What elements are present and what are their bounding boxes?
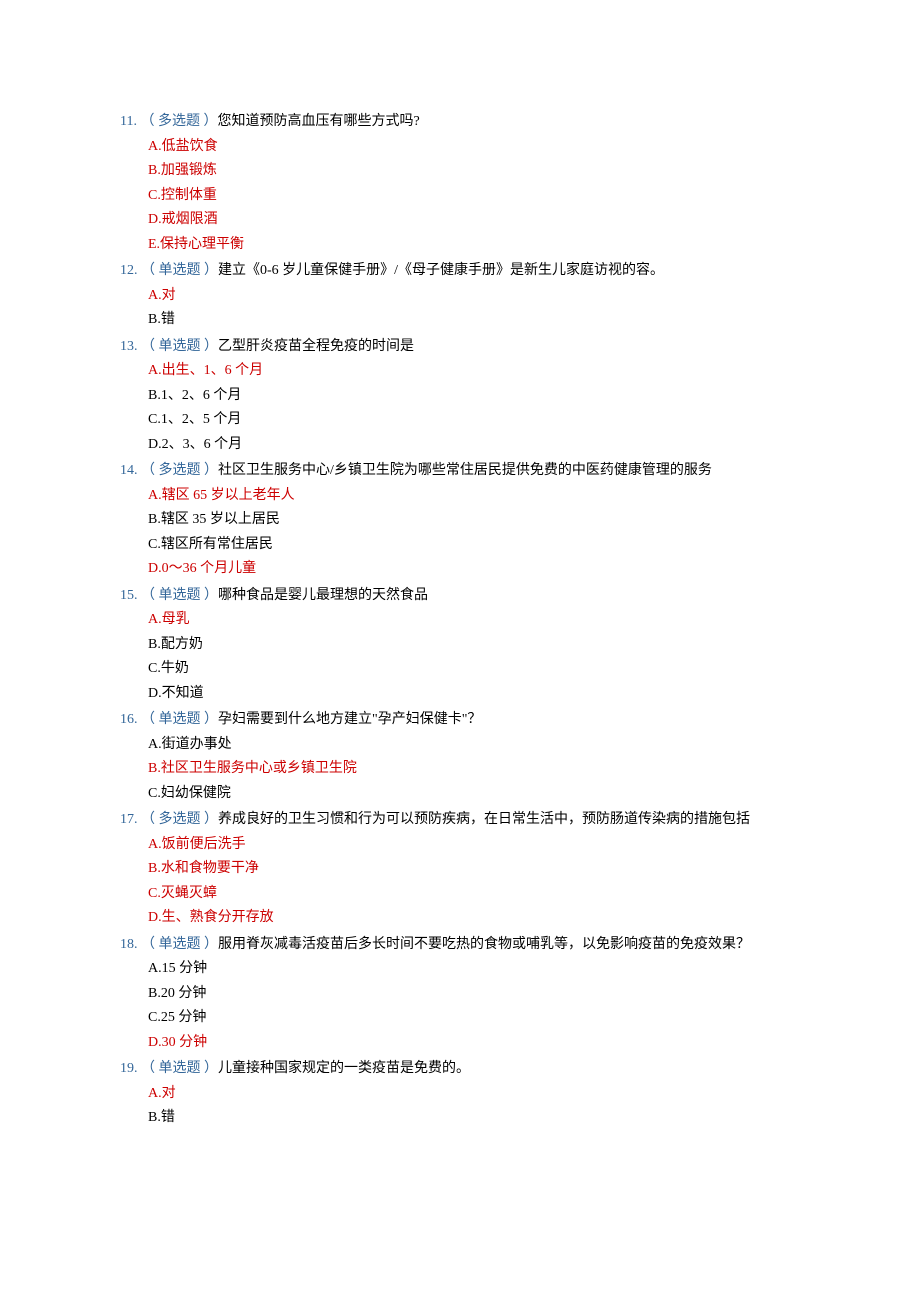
question-type: （ 单选题 ） (141, 339, 218, 354)
options-list: A.出生、1、6 个月B.1、2、6 个月C.1、2、5 个月D.2、3、6 个… (120, 359, 800, 457)
question-prompt: 13. （ 单选题 ）乙型肝炎疫苗全程免疫的时间是 (120, 335, 800, 360)
option-item: B.错 (148, 308, 800, 333)
option-item: A.低盐饮食 (148, 135, 800, 160)
option-item: B.20 分钟 (148, 982, 800, 1007)
question-number: 14. (120, 463, 141, 478)
option-item: A.15 分钟 (148, 957, 800, 982)
option-item: A.辖区 65 岁以上老年人 (148, 484, 800, 509)
question-block: 17. （ 多选题 ）养成良好的卫生习惯和行为可以预防疾病，在日常生活中，预防肠… (120, 808, 800, 931)
question-stem: 养成良好的卫生习惯和行为可以预防疾病，在日常生活中，预防肠道传染病的措施包括 (218, 812, 750, 827)
question-number: 18. (120, 937, 141, 952)
question-prompt: 18. （ 单选题 ）服用脊灰减毒活疫苗后多长时间不要吃热的食物或哺乳等，以免影… (120, 933, 800, 958)
question-prompt: 15. （ 单选题 ）哪种食品是婴儿最理想的天然食品 (120, 584, 800, 609)
option-item: C.1、2、5 个月 (148, 408, 800, 433)
question-number: 16. (120, 712, 141, 727)
question-block: 11. （ 多选题 ）您知道预防高血压有哪些方式吗?A.低盐饮食B.加强锻炼C.… (120, 110, 800, 257)
option-item: D.0～36 个月儿童 (148, 557, 800, 582)
option-item: D.戒烟限酒 (148, 208, 800, 233)
option-item: B.社区卫生服务中心或乡镇卫生院 (148, 757, 800, 782)
option-item: A.母乳 (148, 608, 800, 633)
question-prompt: 11. （ 多选题 ）您知道预防高血压有哪些方式吗? (120, 110, 800, 135)
question-number: 17. (120, 812, 141, 827)
option-item: B.水和食物要干净 (148, 857, 800, 882)
question-type: （ 单选题 ） (141, 263, 218, 278)
question-stem: 孕妇需要到什么地方建立"孕产妇保健卡"？ (218, 712, 481, 727)
question-block: 15. （ 单选题 ）哪种食品是婴儿最理想的天然食品A.母乳B.配方奶C.牛奶D… (120, 584, 800, 707)
question-stem: 乙型肝炎疫苗全程免疫的时间是 (218, 339, 414, 354)
question-block: 12. （ 单选题 ）建立《0-6 岁儿童保健手册》/《母子健康手册》是新生儿家… (120, 259, 800, 333)
question-stem: 哪种食品是婴儿最理想的天然食品 (218, 588, 428, 603)
question-type: （ 多选题 ） (141, 463, 218, 478)
question-stem: 建立《0-6 岁儿童保健手册》/《母子健康手册》是新生儿家庭访视的容。 (218, 263, 664, 278)
question-type: （ 单选题 ） (141, 1061, 218, 1076)
option-item: D.2、3、6 个月 (148, 433, 800, 458)
question-stem: 服用脊灰减毒活疫苗后多长时间不要吃热的食物或哺乳等，以免影响疫苗的免疫效果？ (218, 937, 750, 952)
option-item: B.辖区 35 岁以上居民 (148, 508, 800, 533)
option-item: B.加强锻炼 (148, 159, 800, 184)
options-list: A.对B.错 (120, 284, 800, 333)
question-prompt: 17. （ 多选题 ）养成良好的卫生习惯和行为可以预防疾病，在日常生活中，预防肠… (120, 808, 800, 833)
option-item: D.30 分钟 (148, 1031, 800, 1056)
option-item: C.牛奶 (148, 657, 800, 682)
option-item: C.灭蝇灭蟑 (148, 882, 800, 907)
options-list: A.低盐饮食B.加强锻炼C.控制体重D.戒烟限酒E.保持心理平衡 (120, 135, 800, 258)
option-item: B.配方奶 (148, 633, 800, 658)
question-type: （ 单选题 ） (141, 712, 218, 727)
document-content: 11. （ 多选题 ）您知道预防高血压有哪些方式吗?A.低盐饮食B.加强锻炼C.… (120, 110, 800, 1131)
question-prompt: 16. （ 单选题 ）孕妇需要到什么地方建立"孕产妇保健卡"？ (120, 708, 800, 733)
question-type: （ 单选题 ） (141, 937, 218, 952)
question-prompt: 14. （ 多选题 ）社区卫生服务中心/乡镇卫生院为哪些常住居民提供免费的中医药… (120, 459, 800, 484)
option-item: A.街道办事处 (148, 733, 800, 758)
question-number: 13. (120, 339, 141, 354)
option-item: E.保持心理平衡 (148, 233, 800, 258)
question-type: （ 多选题 ） (141, 812, 218, 827)
option-item: A.对 (148, 1082, 800, 1107)
question-block: 18. （ 单选题 ）服用脊灰减毒活疫苗后多长时间不要吃热的食物或哺乳等，以免影… (120, 933, 800, 1056)
option-item: D.生、熟食分开存放 (148, 906, 800, 931)
option-item: C.辖区所有常住居民 (148, 533, 800, 558)
option-item: A.对 (148, 284, 800, 309)
question-stem: 您知道预防高血压有哪些方式吗? (217, 114, 419, 129)
options-list: A.15 分钟B.20 分钟C.25 分钟D.30 分钟 (120, 957, 800, 1055)
question-number: 19. (120, 1061, 141, 1076)
options-list: A.辖区 65 岁以上老年人B.辖区 35 岁以上居民C.辖区所有常住居民D.0… (120, 484, 800, 582)
options-list: A.饭前便后洗手B.水和食物要干净C.灭蝇灭蟑D.生、熟食分开存放 (120, 833, 800, 931)
question-block: 19. （ 单选题 ）儿童接种国家规定的一类疫苗是免费的。A.对B.错 (120, 1057, 800, 1131)
options-list: A.母乳B.配方奶C.牛奶D.不知道 (120, 608, 800, 706)
question-number: 11. (120, 114, 140, 129)
question-block: 14. （ 多选题 ）社区卫生服务中心/乡镇卫生院为哪些常住居民提供免费的中医药… (120, 459, 800, 582)
question-number: 15. (120, 588, 141, 603)
option-item: C.妇幼保健院 (148, 782, 800, 807)
option-item: C.控制体重 (148, 184, 800, 209)
option-item: B.错 (148, 1106, 800, 1131)
options-list: A.对B.错 (120, 1082, 800, 1131)
option-item: D.不知道 (148, 682, 800, 707)
question-block: 16. （ 单选题 ）孕妇需要到什么地方建立"孕产妇保健卡"？A.街道办事处B.… (120, 708, 800, 806)
question-type: （ 多选题 ） (140, 114, 217, 129)
question-prompt: 12. （ 单选题 ）建立《0-6 岁儿童保健手册》/《母子健康手册》是新生儿家… (120, 259, 800, 284)
question-number: 12. (120, 263, 141, 278)
option-item: A.饭前便后洗手 (148, 833, 800, 858)
option-item: C.25 分钟 (148, 1006, 800, 1031)
option-item: A.出生、1、6 个月 (148, 359, 800, 384)
question-stem: 儿童接种国家规定的一类疫苗是免费的。 (218, 1061, 470, 1076)
question-prompt: 19. （ 单选题 ）儿童接种国家规定的一类疫苗是免费的。 (120, 1057, 800, 1082)
question-type: （ 单选题 ） (141, 588, 218, 603)
question-stem: 社区卫生服务中心/乡镇卫生院为哪些常住居民提供免费的中医药健康管理的服务 (218, 463, 712, 478)
option-item: B.1、2、6 个月 (148, 384, 800, 409)
options-list: A.街道办事处B.社区卫生服务中心或乡镇卫生院C.妇幼保健院 (120, 733, 800, 807)
question-block: 13. （ 单选题 ）乙型肝炎疫苗全程免疫的时间是A.出生、1、6 个月B.1、… (120, 335, 800, 458)
